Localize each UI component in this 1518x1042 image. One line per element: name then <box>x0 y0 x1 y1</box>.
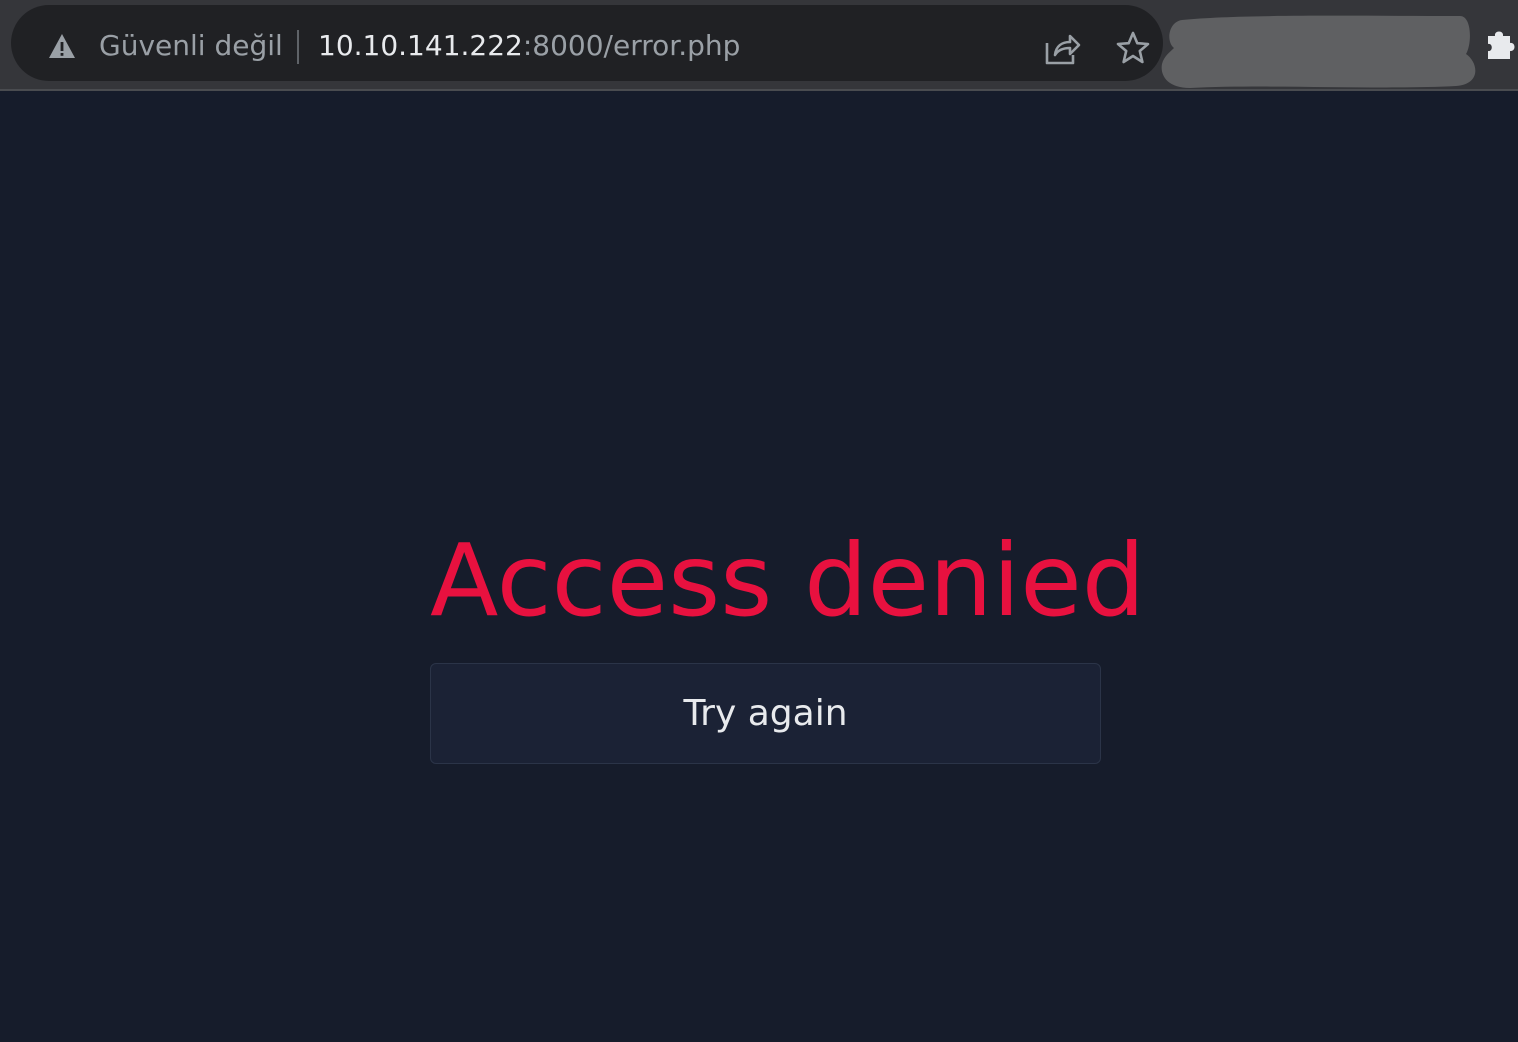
share-icon[interactable] <box>1043 31 1081 67</box>
try-again-button[interactable]: Try again <box>430 663 1101 764</box>
address-bar[interactable]: Güvenli değil 10.10.141.222:8000/error.p… <box>11 5 1163 81</box>
page-content: Access denied Try again <box>0 91 1518 1042</box>
url-divider <box>297 30 299 64</box>
redacted-profile-area <box>1161 15 1476 88</box>
star-icon[interactable] <box>1115 30 1151 66</box>
browser-toolbar: Güvenli değil 10.10.141.222:8000/error.p… <box>0 0 1518 91</box>
puzzle-icon[interactable] <box>1482 26 1518 62</box>
security-status-label[interactable]: Güvenli değil <box>99 27 283 65</box>
url-path: :8000/error.php <box>522 29 741 62</box>
warning-triangle-icon[interactable] <box>48 33 76 59</box>
url-host: 10.10.141.222 <box>318 29 523 62</box>
url-text[interactable]: 10.10.141.222:8000/error.php <box>318 27 740 65</box>
access-denied-heading: Access denied <box>430 522 1146 639</box>
